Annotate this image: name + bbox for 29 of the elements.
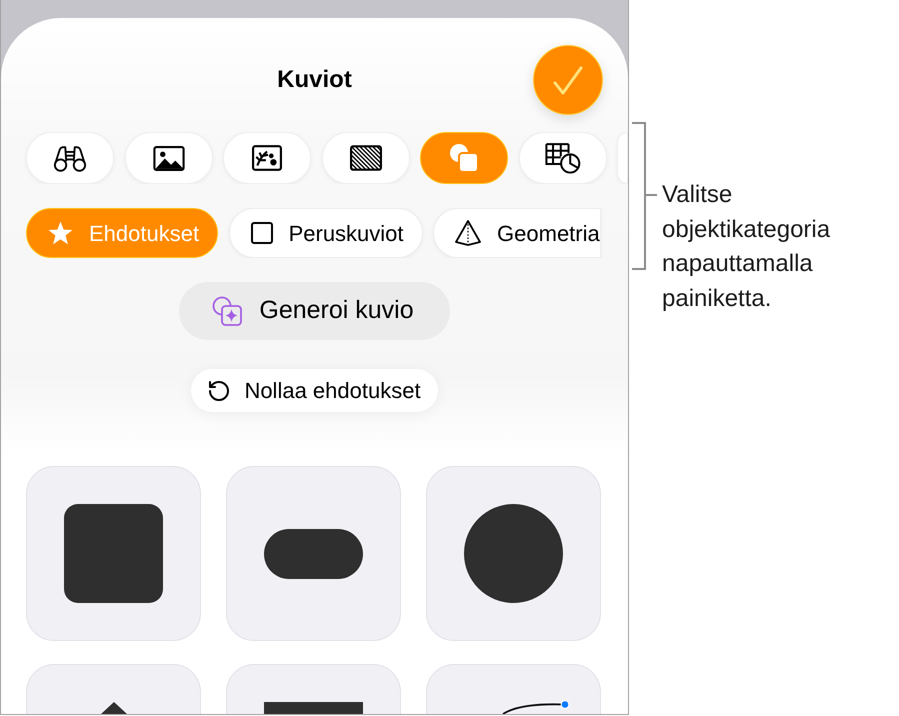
table-chart-icon (544, 142, 580, 174)
shape-tile[interactable] (226, 664, 401, 714)
reset-icon (207, 378, 232, 402)
pill-icon (264, 528, 363, 578)
binoculars-icon (53, 144, 87, 172)
shape-tile[interactable] (226, 466, 401, 641)
callout-text: Valitse objektikategoria napauttamalla painiketta. (662, 180, 832, 314)
image-icon (152, 146, 184, 170)
hatched-square-icon (350, 145, 382, 171)
leaf-frame-icon (252, 145, 282, 171)
rounded-square-icon (64, 504, 163, 603)
shape-tile[interactable] (426, 664, 601, 714)
generate-shape-button[interactable]: Generoi kuvio (179, 282, 450, 340)
rectangle-icon (264, 702, 363, 714)
square-icon (250, 222, 273, 244)
circle-icon (464, 504, 563, 603)
triangle-icon (100, 702, 126, 714)
reset-suggestions-button[interactable]: Nollaa ehdotukset (191, 369, 438, 412)
pyramid-icon (455, 220, 482, 246)
shape-tile[interactable] (426, 466, 601, 641)
shape-tile[interactable] (26, 466, 201, 641)
star-icon (48, 221, 73, 245)
sheet-title: Kuviot (277, 65, 352, 95)
category-chip[interactable]: Peruskuviot (228, 208, 423, 258)
sparkle-shapes-icon (212, 296, 242, 326)
category-chip[interactable]: Geometria (433, 208, 601, 258)
shapes-icon (449, 143, 479, 173)
shape-tile[interactable] (26, 664, 201, 714)
check-icon (553, 66, 583, 94)
